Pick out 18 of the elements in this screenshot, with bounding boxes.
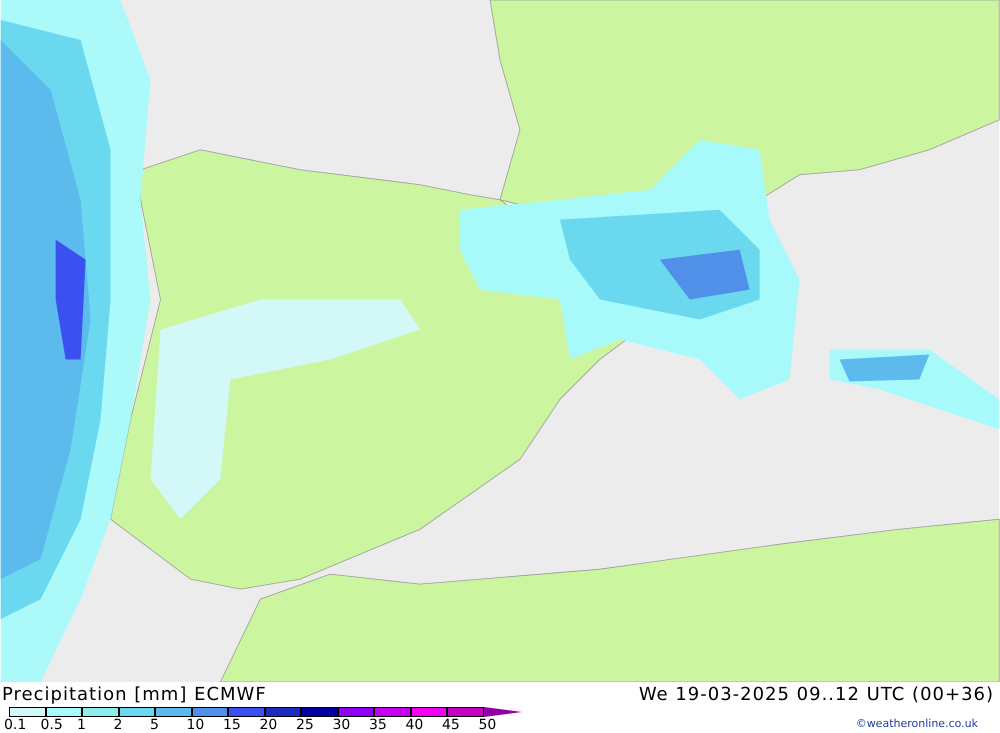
legend-label: 15 [223,717,242,733]
legend-label: 1 [77,717,87,733]
legend-label: 5 [150,717,160,733]
legend-label: 10 [186,717,206,733]
legend-label: 0.1 [4,717,28,733]
legend-label: 2 [114,717,124,733]
legend-label: 25 [296,717,315,733]
credit-link[interactable]: ©weatheronline.co.uk [856,716,978,732]
legend-label: 45 [442,717,461,733]
legend-arrow-icon [484,707,522,717]
map-title: Precipitation [mm] ECMWF [2,686,267,704]
legend-label: 20 [260,717,278,733]
legend-label: 30 [332,717,352,733]
legend-label: 0.5 [40,717,64,733]
legend-label: 50 [478,717,496,733]
legend-label: 35 [369,717,388,733]
legend-label: 40 [406,717,424,733]
valid-time: We 19-03-2025 09..12 UTC (00+36) [638,686,994,704]
